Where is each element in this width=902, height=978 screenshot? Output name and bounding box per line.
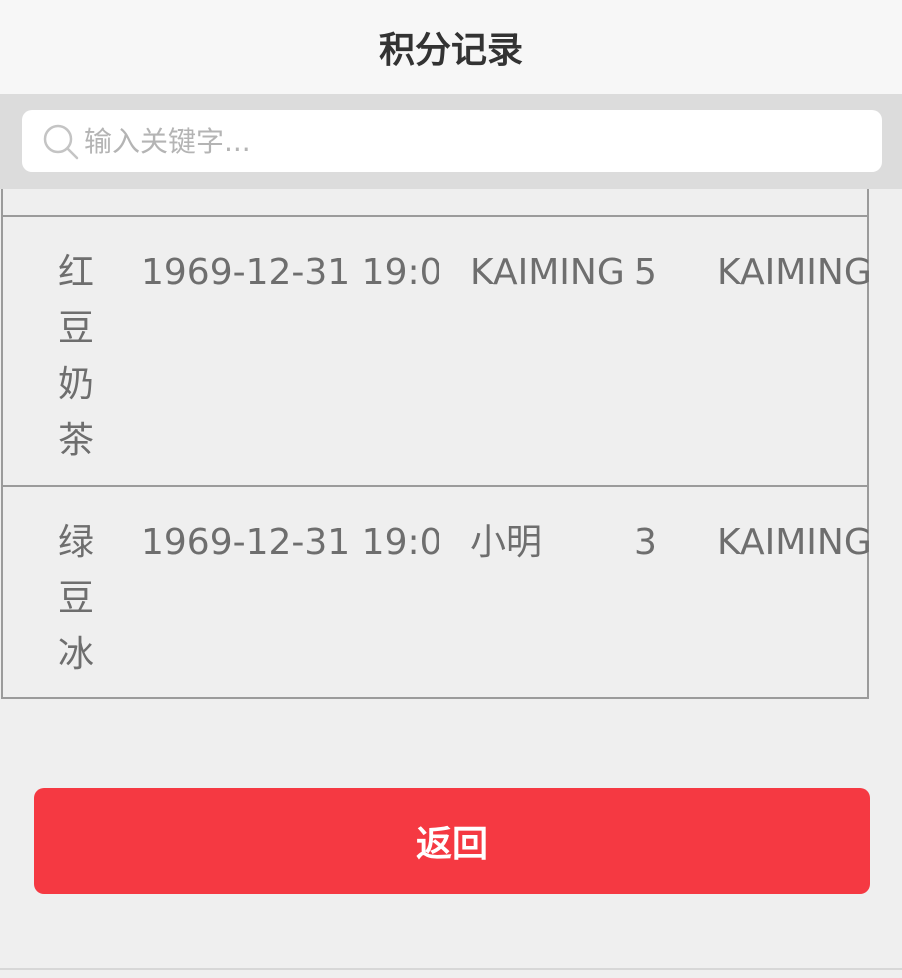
search-icon — [42, 123, 82, 163]
search-box[interactable] — [22, 110, 882, 172]
table-row[interactable]: 绿豆冰 1969-12-31 19:00 小明 3 KAIMING — [3, 485, 869, 697]
product-name: 红豆奶茶 — [58, 252, 95, 461]
table-row[interactable]: 红豆奶茶 1969-12-31 19:00 KAIMING 5 KAIMING — [3, 215, 869, 485]
back-button[interactable]: 返回 — [34, 788, 870, 894]
record-points: 5 — [634, 252, 657, 293]
product-name: 绿豆冰 — [58, 522, 95, 675]
search-input[interactable] — [84, 118, 864, 164]
divider — [0, 968, 902, 970]
record-time: 1969-12-31 19:00 — [141, 522, 439, 563]
record-time: 1969-12-31 19:00 — [141, 252, 439, 293]
nav-bar: 积分记录 — [0, 0, 902, 94]
record-user: KAIMING — [470, 252, 625, 293]
page-title: 积分记录 — [378, 30, 523, 71]
record-user: 小明 — [470, 522, 543, 563]
record-operator: KAIMING — [717, 522, 869, 563]
search-bar — [0, 94, 902, 189]
record-operator: KAIMING — [717, 252, 869, 293]
record-points: 3 — [634, 522, 657, 563]
